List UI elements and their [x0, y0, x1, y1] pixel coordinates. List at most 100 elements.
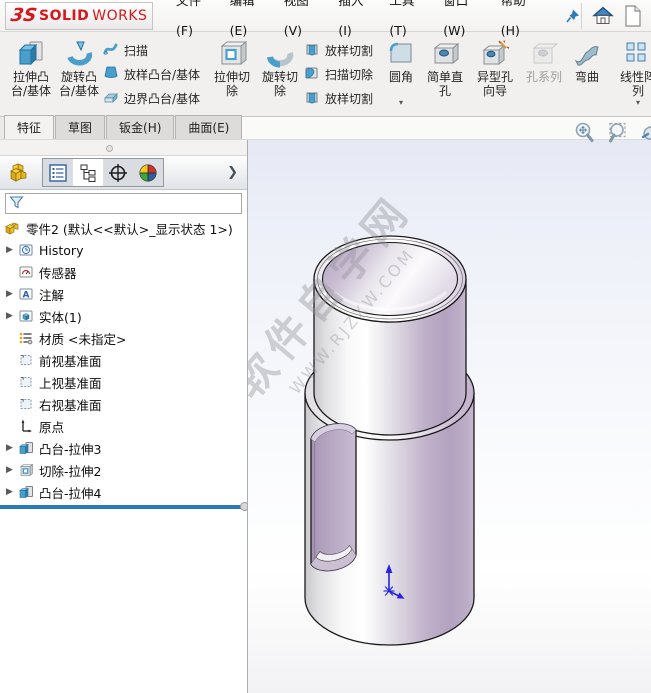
tree-item-annotations[interactable]: ▶ A 注解 [0, 283, 247, 305]
main-area: ❯ 零件2 (默认<<默认>_显示状态 1>) ▶ History 传感器 ▶ … [0, 140, 651, 693]
material-icon [16, 330, 35, 347]
expand-arrow-icon[interactable]: ▶ [3, 289, 16, 299]
panel-tab-group [42, 158, 164, 187]
expand-arrow-icon[interactable]: ▶ [3, 311, 16, 321]
hole-wizard-button[interactable]: 异型孔 向导 [469, 35, 521, 99]
linear-pattern-dropdown-arrow[interactable]: ▾ [636, 99, 640, 107]
tree-item-history[interactable]: ▶ History [0, 239, 247, 261]
lofted-boss-icon [103, 65, 119, 84]
tab-sheetmetal[interactable]: 钣金(H) [106, 115, 175, 139]
loft-cut-icon [304, 89, 320, 108]
command-manager-ribbon: 拉伸凸 台/基体 旋转凸 台/基体 扫描 放样凸台/基体 边界凸台/基体 拉伸切… [0, 32, 651, 117]
model-slot-cut[interactable] [310, 423, 357, 572]
boundary-boss-icon [103, 89, 119, 108]
tree-item-top-plane[interactable]: 上视基准面 [0, 371, 247, 393]
plane-icon [16, 352, 35, 369]
extruded-cut-icon [217, 37, 248, 71]
part-document-icon[interactable] [5, 159, 35, 186]
graphics-viewport[interactable]: 软件自学网 WWW.RJZXW.COM [248, 140, 651, 693]
rollback-handle[interactable] [240, 502, 247, 511]
feature-tree-filter-input[interactable] [27, 195, 241, 212]
lofted-boss-button[interactable]: 放样凸台/基体 [103, 65, 200, 84]
tab-surfaces[interactable]: 曲面(E) [175, 115, 243, 139]
tree-item-solid-bodies[interactable]: ▶ 实体(1) [0, 305, 247, 327]
sweep-icon [103, 41, 119, 60]
tree-root-part[interactable]: 零件2 (默认<<默认>_显示状态 1>) [0, 217, 247, 239]
boss-features-group: 拉伸凸 台/基体 旋转凸 台/基体 扫描 放样凸台/基体 边界凸台/基体 [4, 34, 203, 116]
hole-wizard-icon [480, 37, 510, 71]
feature-tree: 零件2 (默认<<默认>_显示状态 1>) ▶ History 传感器 ▶ A … [0, 217, 247, 503]
hole-series-icon [529, 37, 559, 71]
fillet-dropdown-arrow[interactable]: ▾ [399, 99, 403, 107]
extruded-boss-button[interactable]: 拉伸凸 台/基体 [7, 35, 55, 99]
loft-cut-button-2[interactable]: 放样切割 [304, 89, 373, 108]
model-bore[interactable] [321, 241, 459, 317]
filter-funnel-icon [9, 195, 24, 213]
tree-item-cut-extrude2[interactable]: ▶ 切除-拉伸2 [0, 459, 247, 481]
tree-item-right-plane[interactable]: 右视基准面 [0, 393, 247, 415]
fillet-icon [386, 37, 416, 71]
command-tab-row: 特征 草图 钣金(H) 曲面(E) [0, 115, 651, 143]
tree-item-sensors[interactable]: 传感器 [0, 261, 247, 283]
new-document-icon[interactable] [622, 4, 644, 28]
plane-icon [16, 374, 35, 391]
expand-arrow-icon[interactable]: ▶ [3, 245, 16, 255]
tree-item-front-plane[interactable]: 前视基准面 [0, 349, 247, 371]
panel-splitter[interactable] [0, 140, 247, 156]
tab-sketch[interactable]: 草图 [55, 115, 106, 139]
revolved-cut-button[interactable]: 旋转切除 [256, 35, 304, 99]
fillet-button[interactable]: 圆角 ▾ [381, 35, 421, 107]
expand-arrow-icon[interactable]: ▶ [3, 443, 16, 453]
magnifier-partial-icon[interactable] [639, 121, 651, 145]
rollback-bar[interactable] [0, 502, 247, 511]
tree-item-boss-extrude4[interactable]: ▶ 凸台-拉伸4 [0, 481, 247, 503]
tab-features[interactable]: 特征 [4, 115, 55, 139]
pin-menu-icon[interactable] [565, 8, 581, 24]
cut-small-buttons: 放样切割 扫描切除 放样切割 [304, 35, 373, 108]
tree-item-origin[interactable]: 原点 [0, 415, 247, 437]
extruded-cut-button[interactable]: 拉伸切除 [208, 35, 256, 99]
feature-manager-panel: ❯ 零件2 (默认<<默认>_显示状态 1>) ▶ History 传感器 ▶ … [0, 140, 248, 693]
linear-pattern-button[interactable]: 线性阵列 ▾ [615, 35, 651, 107]
loft-cut-icon [304, 41, 320, 60]
panel-expand-chevron-icon[interactable]: ❯ [227, 165, 242, 180]
home-icon[interactable] [591, 4, 615, 28]
property-manager-tab[interactable] [73, 159, 103, 186]
flex-icon [572, 37, 602, 71]
part-model[interactable] [248, 140, 651, 693]
menu-bar: 3S SOLID WORKS 文件(F) 编辑(E) 视图(V) 插入(I) 工… [0, 0, 651, 38]
expand-arrow-icon[interactable]: ▶ [3, 487, 16, 497]
boundary-boss-button[interactable]: 边界凸台/基体 [103, 89, 200, 108]
heads-up-toolbar [573, 119, 651, 147]
zoom-area-icon[interactable] [606, 121, 630, 145]
cut-features-group: 拉伸切除 旋转切除 放样切割 扫描切除 放样切割 [205, 34, 376, 116]
dimxpert-manager-tab[interactable] [133, 159, 163, 186]
boss-extrude-icon [16, 440, 35, 457]
panel-tab-bar: ❯ [0, 156, 247, 190]
plane-icon [16, 396, 35, 413]
feature-tree-body: 零件2 (默认<<默认>_显示状态 1>) ▶ History 传感器 ▶ A … [0, 190, 247, 693]
configuration-manager-tab[interactable] [103, 159, 133, 186]
sweep-cut-button[interactable]: 扫描切除 [304, 65, 373, 84]
boss-extrude-icon [16, 484, 35, 501]
annotations-icon: A [16, 286, 35, 303]
sweep-button[interactable]: 扫描 [103, 41, 200, 60]
loft-cut-button[interactable]: 放样切割 [304, 41, 373, 60]
feature-manager-tab[interactable] [43, 159, 73, 186]
revolved-boss-button[interactable]: 旋转凸 台/基体 [55, 35, 103, 99]
brand-mark: 3S [8, 5, 38, 26]
simple-hole-button[interactable]: 简单直孔 [421, 35, 469, 99]
zoom-fit-icon[interactable] [573, 121, 597, 145]
splitter-handle[interactable] [106, 145, 113, 152]
expand-arrow-icon[interactable]: ▶ [3, 465, 16, 475]
tree-item-boss-extrude3[interactable]: ▶ 凸台-拉伸3 [0, 437, 247, 459]
solidworks-logo[interactable]: 3S SOLID WORKS [5, 1, 153, 30]
tree-item-material[interactable]: 材质 <未指定> [0, 327, 247, 349]
svg-text:A: A [22, 291, 29, 301]
extruded-boss-icon [16, 37, 46, 71]
flex-button[interactable]: 弯曲 [567, 35, 607, 99]
simple-hole-icon [430, 37, 460, 71]
tree-filter-box [5, 193, 242, 214]
sweep-cut-icon [304, 65, 320, 84]
linear-pattern-icon [623, 37, 651, 71]
